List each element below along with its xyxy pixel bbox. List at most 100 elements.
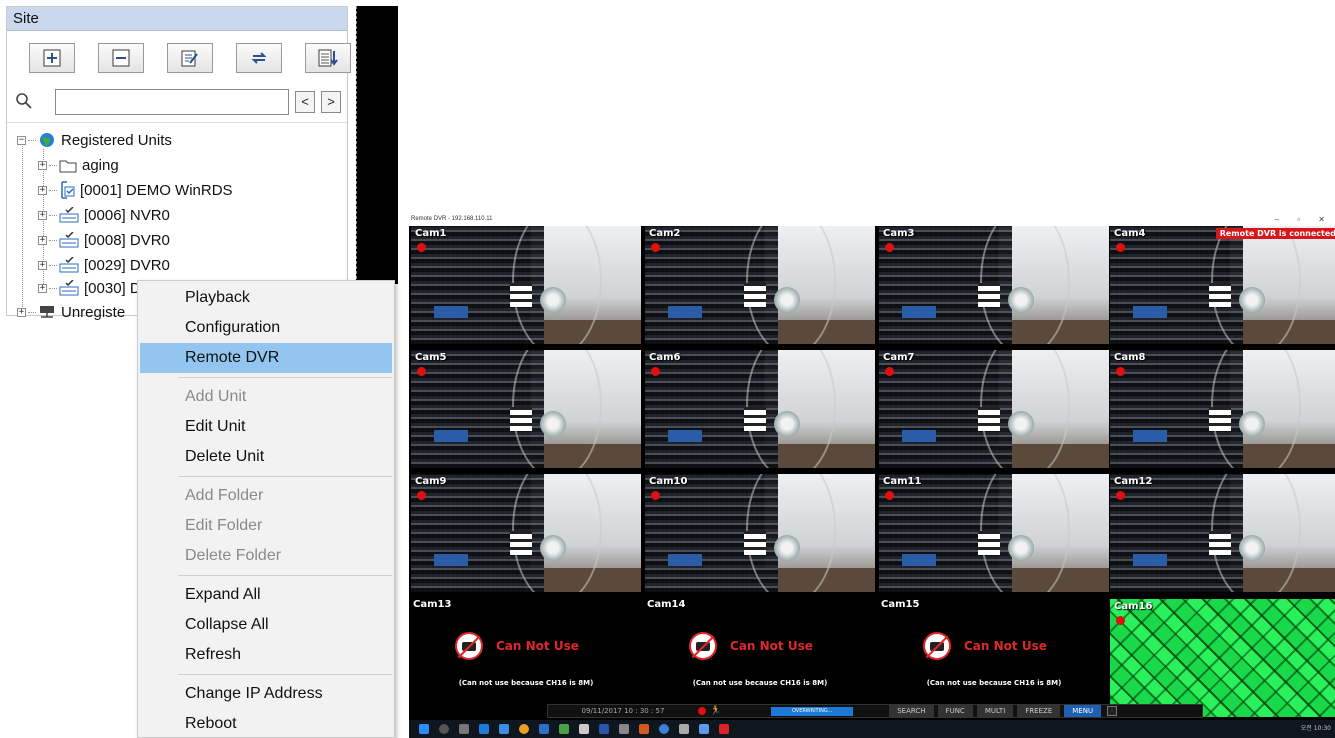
- scene: [743, 530, 766, 555]
- app-icon[interactable]: [679, 724, 689, 734]
- camera-tile[interactable]: Cam6: [645, 350, 875, 468]
- tree-node-unit[interactable]: + [0006] NVR0: [38, 204, 170, 226]
- globe-icon: [38, 131, 56, 149]
- site-toolbar: [29, 43, 351, 73]
- menu-item-refresh[interactable]: Refresh: [140, 640, 392, 670]
- camera-label: Cam5: [415, 352, 447, 363]
- menu-item-add-unit[interactable]: Add Unit: [140, 382, 392, 412]
- camera-tile[interactable]: Cam4 Remote DVR is connected: [1110, 226, 1335, 344]
- system-tray-clock[interactable]: 오전 10:30: [1301, 723, 1331, 732]
- recorder-icon: [59, 232, 79, 248]
- app-icon[interactable]: [719, 724, 729, 734]
- camera-tile[interactable]: Cam16: [1110, 599, 1335, 717]
- camera-tile[interactable]: Cam8: [1110, 350, 1335, 468]
- camera-tile[interactable]: Cam13 Can Not Use (Can not use because C…: [411, 599, 641, 717]
- app-icon[interactable]: [559, 724, 569, 734]
- tree-node-unit[interactable]: + [0029] DVR0: [38, 254, 170, 276]
- edit-button[interactable]: [167, 43, 213, 73]
- camera-tile[interactable]: Cam5: [411, 350, 641, 468]
- tree-node-unit[interactable]: + [0008] DVR0: [38, 229, 170, 251]
- window-controls[interactable]: – ▫ ✕: [1275, 213, 1333, 226]
- can-not-use-text: Can Not Use: [964, 639, 1047, 653]
- multi-button[interactable]: MULTI: [976, 705, 1014, 717]
- expand-toggle-icon[interactable]: +: [38, 283, 47, 293]
- expand-toggle-icon[interactable]: +: [38, 210, 47, 220]
- camera-tile[interactable]: Cam1: [411, 226, 641, 344]
- expand-toggle-icon[interactable]: +: [38, 160, 47, 170]
- expand-toggle-icon[interactable]: +: [38, 260, 47, 270]
- camera-tile[interactable]: Cam14 Can Not Use (Can not use because C…: [645, 599, 875, 717]
- search-prev-button[interactable]: <: [295, 91, 315, 113]
- list-download-button[interactable]: [305, 43, 351, 73]
- menu-separator: [178, 674, 392, 675]
- search-row: < >: [13, 89, 341, 115]
- camera-tile[interactable]: Cam3: [879, 226, 1109, 344]
- tree-node-unit[interactable]: + [0001] DEMO WinRDS: [38, 179, 233, 201]
- menu-item-remote-dvr[interactable]: Remote DVR: [140, 343, 392, 373]
- camera-tile[interactable]: Cam11: [879, 474, 1109, 592]
- search-next-button[interactable]: >: [321, 91, 341, 113]
- freeze-button[interactable]: FREEZE: [1017, 705, 1061, 717]
- record-icon: [651, 367, 660, 376]
- app-icon[interactable]: [659, 724, 669, 734]
- expand-toggle-icon[interactable]: +: [38, 185, 47, 195]
- menu-item-playback[interactable]: Playback: [140, 283, 392, 313]
- search-button[interactable]: SEARCH: [889, 705, 934, 717]
- menu-item-delete-unit[interactable]: Delete Unit: [140, 442, 392, 472]
- camera-label: Cam10: [649, 476, 688, 487]
- app-icon[interactable]: [539, 724, 549, 734]
- chrome-icon[interactable]: [519, 724, 529, 734]
- menu-item-change-ip-address[interactable]: Change IP Address: [140, 679, 392, 709]
- camera-tile[interactable]: Cam15 Can Not Use (Can not use because C…: [879, 599, 1109, 717]
- remote-dvr-window: Remote DVR - 192.168.110.11 – ▫ ✕ Cam1 Ca…: [409, 213, 1335, 738]
- camera-tile[interactable]: Cam9: [411, 474, 641, 592]
- app-icon[interactable]: [699, 724, 709, 734]
- tree-label: Unregiste: [61, 303, 126, 321]
- start-icon[interactable]: [419, 724, 429, 734]
- menu-item-add-folder[interactable]: Add Folder: [140, 481, 392, 511]
- scene: [668, 554, 702, 567]
- stop-icon[interactable]: [1107, 706, 1118, 716]
- scene: [902, 554, 936, 567]
- menu-item-delete-folder[interactable]: Delete Folder: [140, 541, 392, 571]
- no-camera-icon: [455, 632, 483, 660]
- no-camera-icon: [689, 632, 717, 660]
- app-icon[interactable]: [579, 724, 589, 734]
- menu-item-reboot[interactable]: Reboot: [140, 709, 392, 738]
- app-icon[interactable]: [619, 724, 629, 734]
- func-button[interactable]: FUNC: [937, 705, 973, 717]
- app-icon[interactable]: [599, 724, 609, 734]
- menu-button[interactable]: MENU: [1064, 705, 1102, 717]
- dvr-status-bar: 09/11/2017 10 : 30 : 57 🏃 OVERWRITING...…: [547, 704, 1203, 718]
- menu-item-edit-folder[interactable]: Edit Folder: [140, 511, 392, 541]
- collapse-toggle-icon[interactable]: −: [17, 135, 26, 145]
- task-view-icon[interactable]: [459, 724, 469, 734]
- remove-button[interactable]: [98, 43, 144, 73]
- menu-item-configuration[interactable]: Configuration: [140, 313, 392, 343]
- camera-tile[interactable]: Cam12: [1110, 474, 1335, 592]
- tree-node-unregistered[interactable]: + Unregiste: [17, 301, 125, 323]
- tree-node-registered-units[interactable]: − Registered Units: [17, 129, 172, 151]
- refresh-button[interactable]: [236, 43, 282, 73]
- edge-icon[interactable]: [479, 724, 489, 734]
- scene: [668, 430, 702, 443]
- camera-tile[interactable]: Cam7: [879, 350, 1109, 468]
- scene: [773, 411, 800, 438]
- ie-icon[interactable]: [499, 724, 509, 734]
- app-icon[interactable]: [639, 724, 649, 734]
- camera-tile[interactable]: Cam2: [645, 226, 875, 344]
- expand-toggle-icon[interactable]: +: [17, 307, 26, 317]
- search-icon[interactable]: [439, 724, 449, 734]
- camera-label: Cam15: [881, 599, 920, 610]
- menu-item-expand-all[interactable]: Expand All: [140, 580, 392, 610]
- scene: [539, 411, 566, 438]
- menu-item-collapse-all[interactable]: Collapse All: [140, 610, 392, 640]
- search-input[interactable]: [55, 89, 289, 115]
- camera-tile[interactable]: Cam10: [645, 474, 875, 592]
- can-not-use-reason: (Can not use because CH16 is 8M): [692, 679, 828, 687]
- add-button[interactable]: [29, 43, 75, 73]
- expand-toggle-icon[interactable]: +: [38, 235, 47, 245]
- tree-node-folder[interactable]: + aging: [38, 154, 119, 176]
- scene: [1007, 411, 1034, 438]
- menu-item-edit-unit[interactable]: Edit Unit: [140, 412, 392, 442]
